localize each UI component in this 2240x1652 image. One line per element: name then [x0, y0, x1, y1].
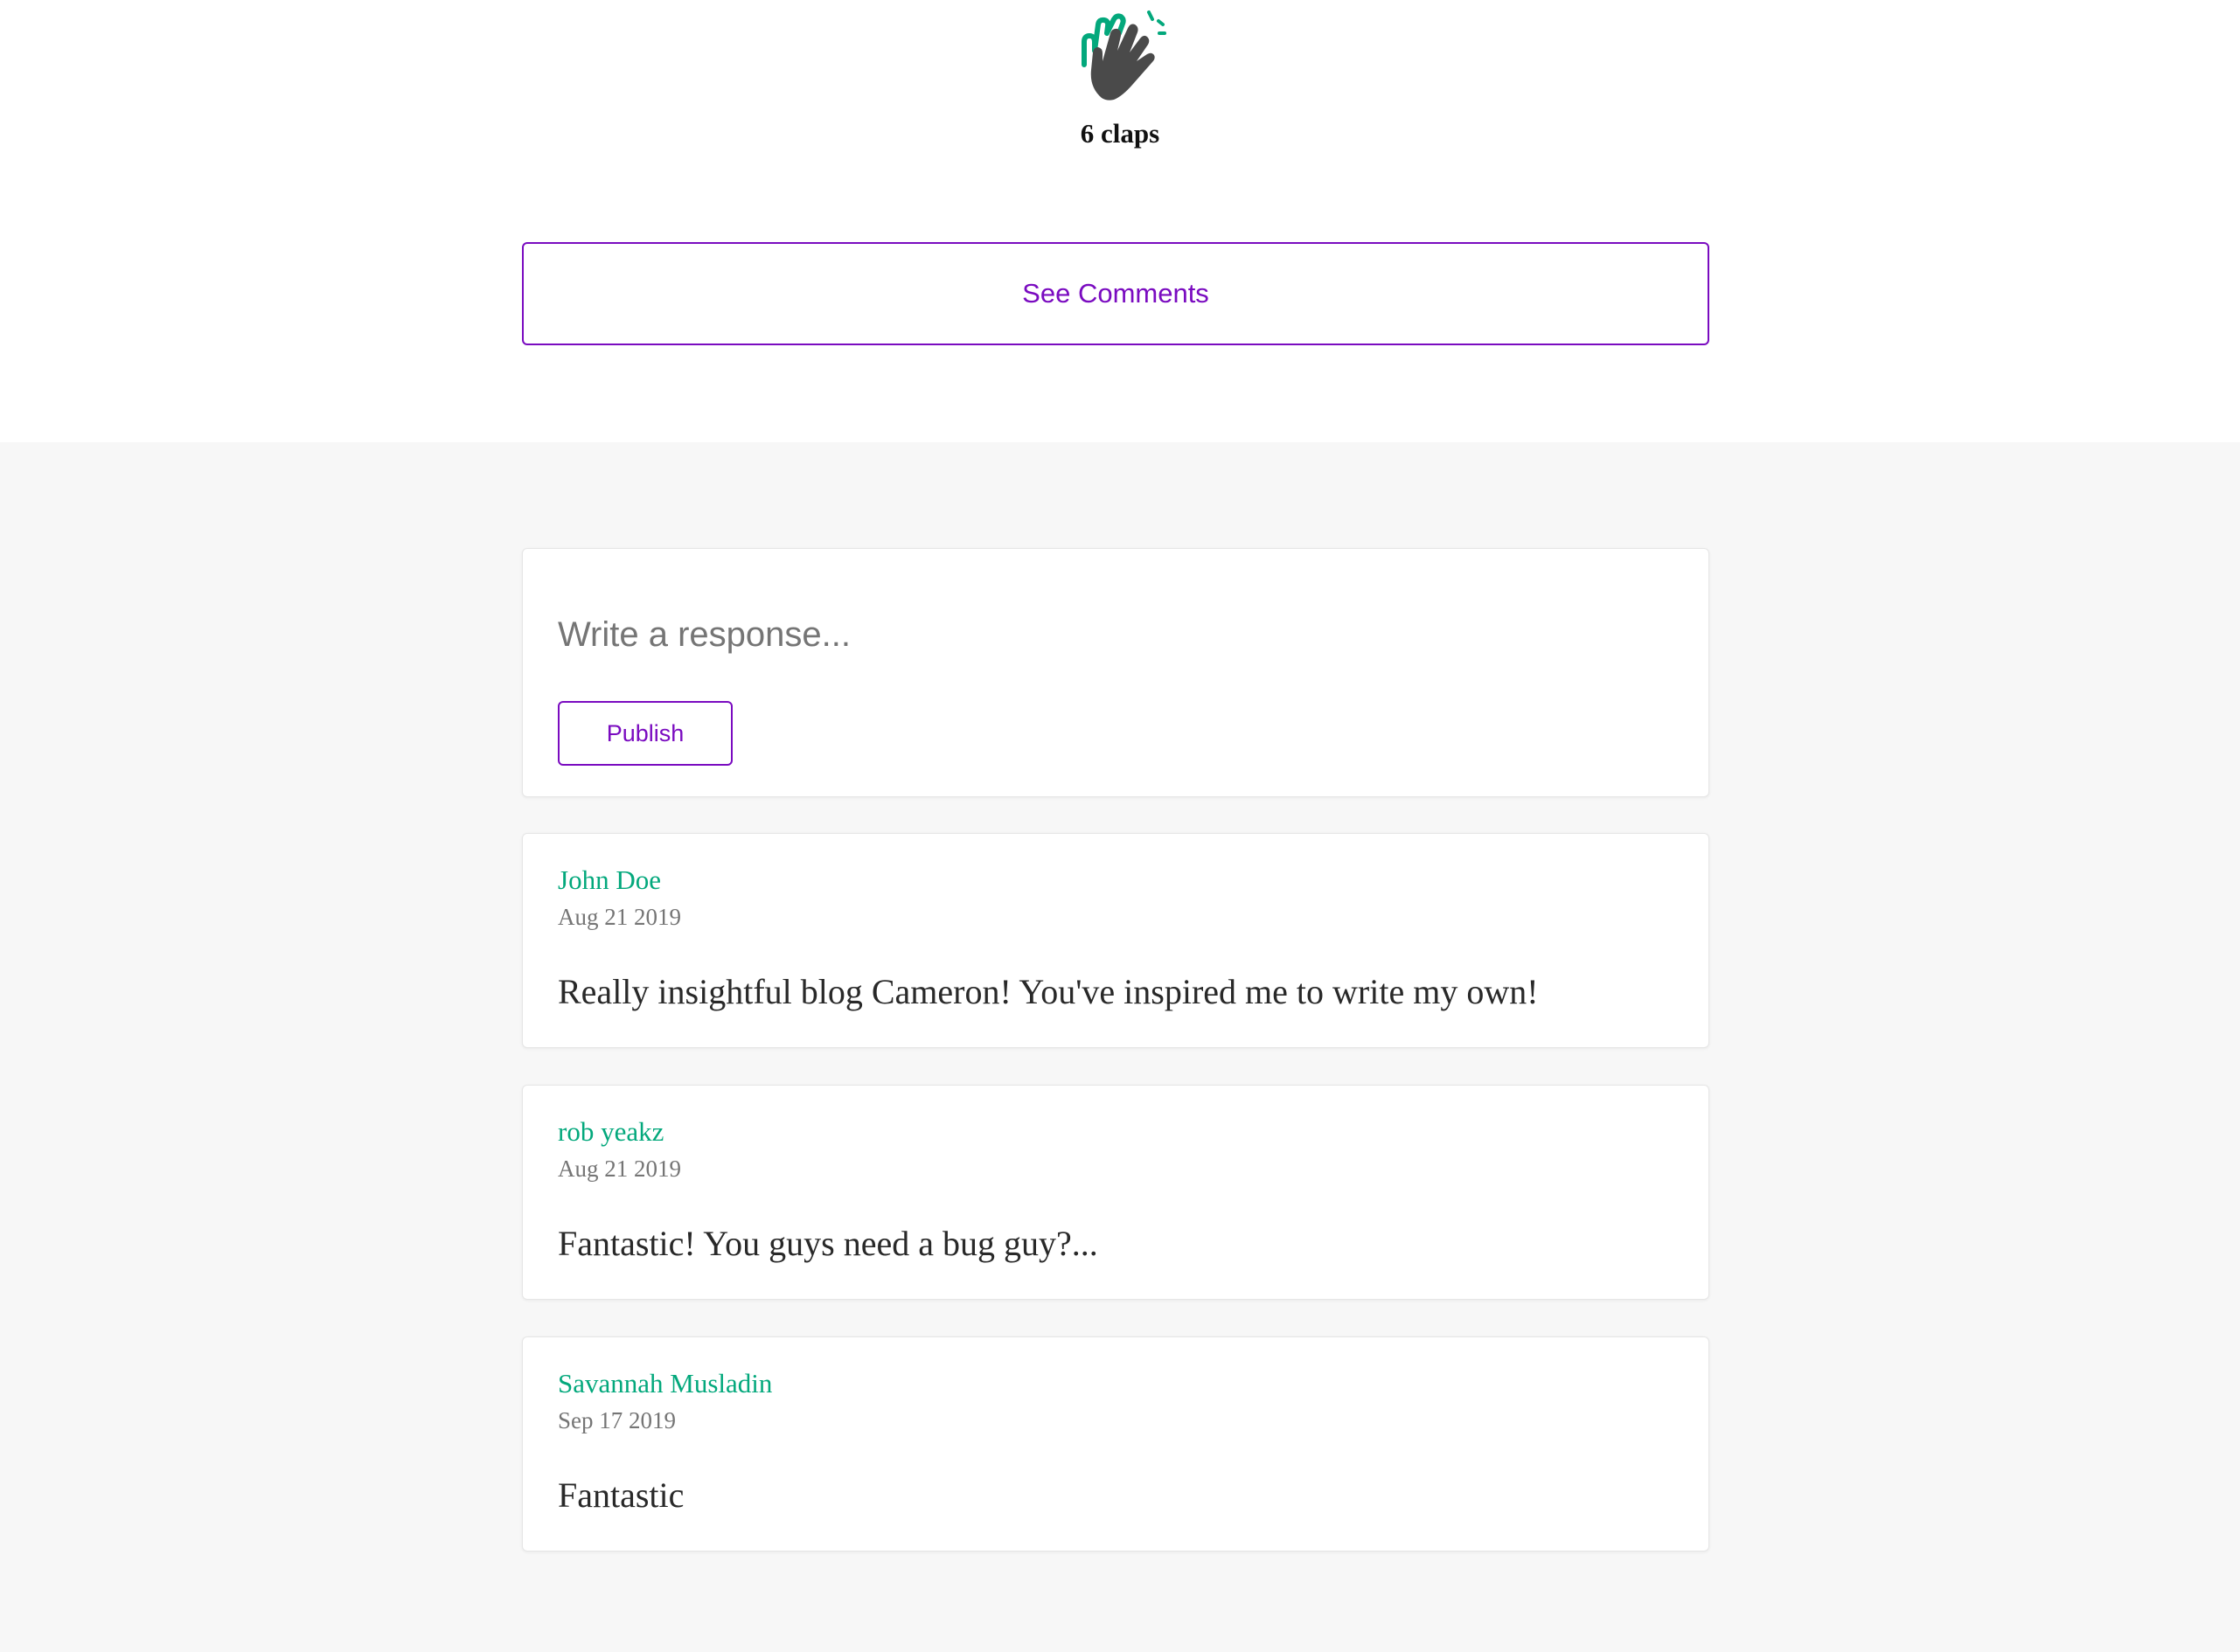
response-input[interactable]	[558, 608, 1607, 661]
see-comments-button[interactable]: See Comments	[522, 242, 1709, 345]
comment-date: Aug 21 2019	[558, 1156, 681, 1182]
claps-section: 6 claps See Comments	[0, 0, 2240, 442]
comment-body: Fantastic! You guys need a bug guy?...	[558, 1224, 1098, 1263]
comment-card: Savannah Musladin Sep 17 2019 Fantastic	[522, 1336, 1709, 1551]
clap-area: 6 claps	[0, 0, 2240, 149]
comment-date: Sep 17 2019	[558, 1407, 676, 1433]
comments-section: Publish John Doe Aug 21 2019 Really insi…	[0, 442, 2240, 1652]
comment-author[interactable]: rob yeakz	[558, 1116, 664, 1148]
response-card: Publish	[522, 548, 1709, 797]
comment-date: Aug 21 2019	[558, 904, 681, 930]
comment-author[interactable]: Savannah Musladin	[558, 1368, 772, 1399]
comment-card: rob yeakz Aug 21 2019 Fantastic! You guy…	[522, 1085, 1709, 1300]
publish-button[interactable]: Publish	[558, 701, 733, 766]
comment-author[interactable]: John Doe	[558, 864, 661, 896]
clap-count: 6 claps	[1080, 118, 1160, 149]
comment-body: Fantastic	[558, 1475, 685, 1515]
clap-hands-icon[interactable]	[1072, 7, 1168, 107]
comment-body: Really insightful blog Cameron! You've i…	[558, 972, 1539, 1011]
comment-card: John Doe Aug 21 2019 Really insightful b…	[522, 833, 1709, 1048]
